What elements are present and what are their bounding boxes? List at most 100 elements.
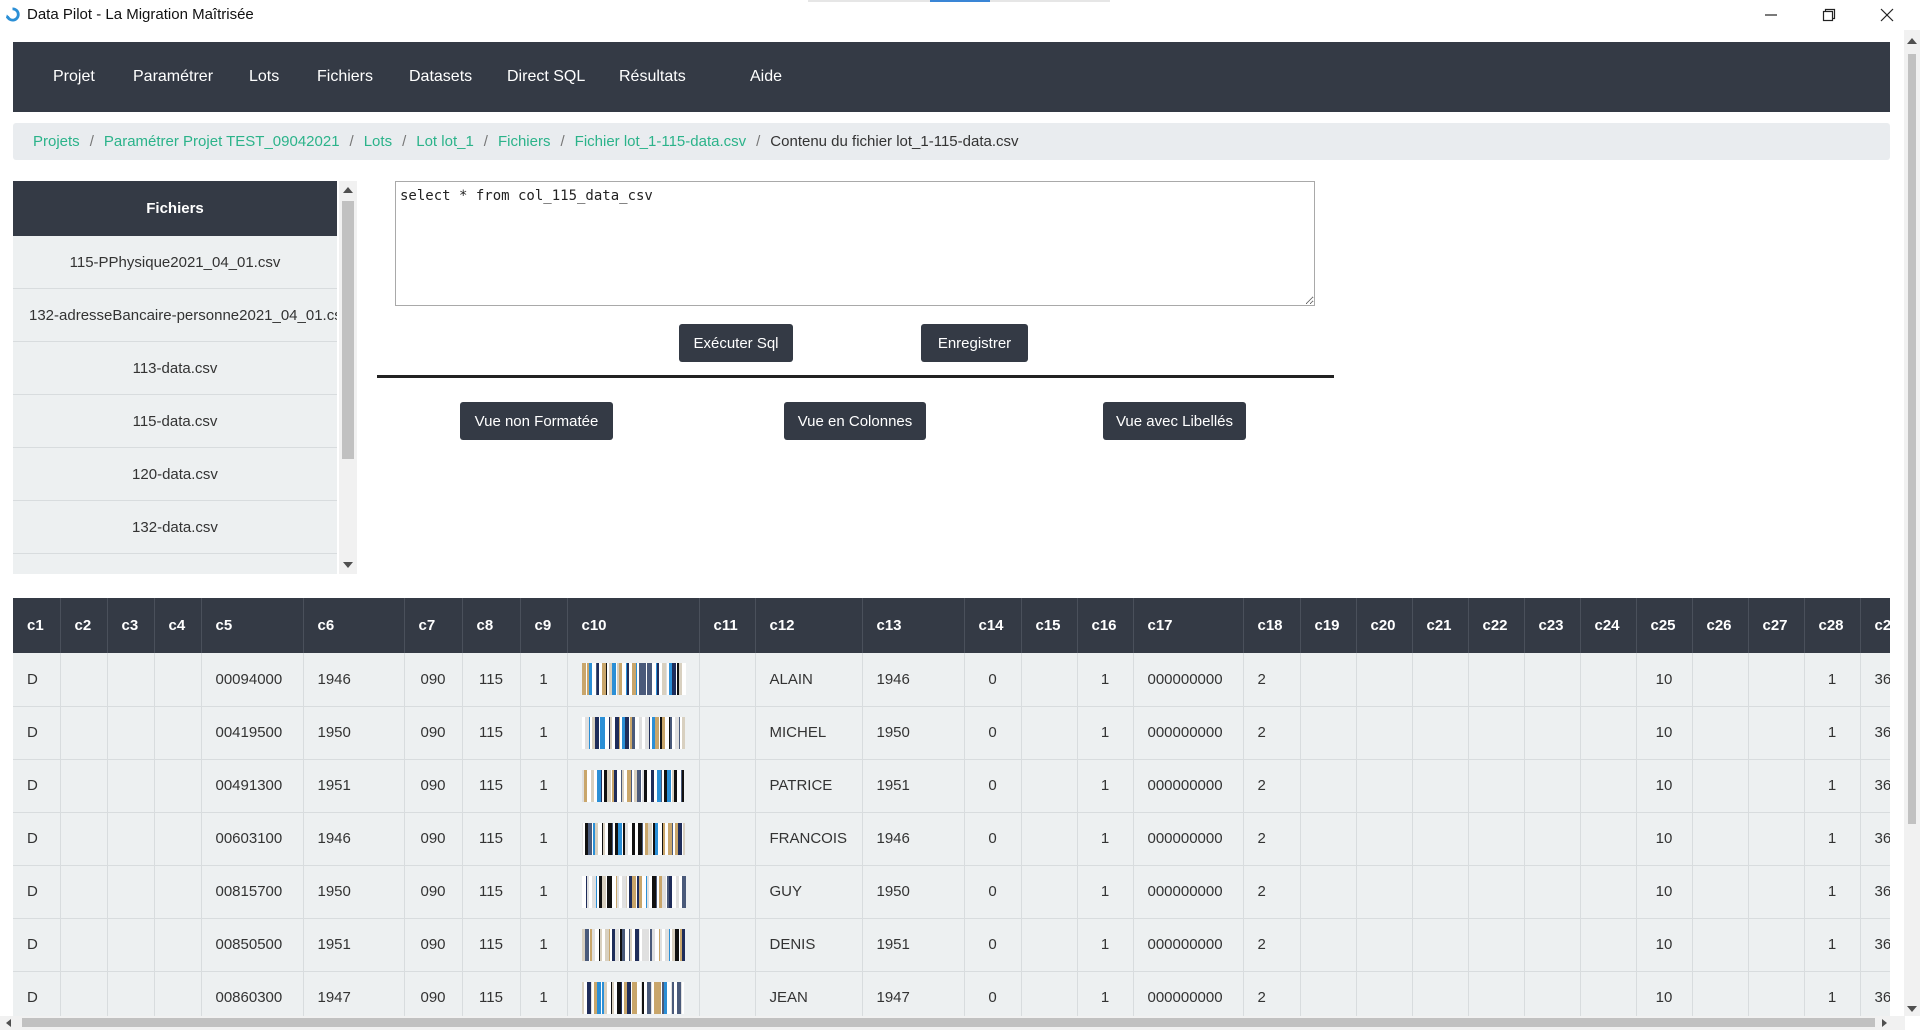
column-header[interactable]: c16 [1077,598,1134,653]
table-cell: 090 [404,971,463,1016]
scroll-down-icon[interactable] [343,562,353,568]
table-cell [1580,759,1637,813]
breadcrumb-link-parametrer-projet[interactable]: Paramétrer Projet TEST_09042021 [104,133,340,150]
column-header[interactable]: c24 [1580,598,1637,653]
column-header[interactable]: c4 [154,598,202,653]
files-scrollbar-thumb[interactable] [342,201,354,459]
table-cell [1356,865,1413,919]
column-header[interactable]: c17 [1133,598,1244,653]
table-cell: 1951 [862,759,965,813]
table-cell: 0 [964,865,1022,919]
scroll-right-icon[interactable] [1882,1019,1887,1027]
nav-item-parametrer[interactable]: Paramétrer [133,42,213,112]
column-header[interactable]: c13 [862,598,965,653]
file-item[interactable]: 132-data.csv [13,501,337,554]
nav-item-datasets[interactable]: Datasets [409,42,472,112]
table-cell: 115 [462,759,521,813]
column-header[interactable]: c14 [964,598,1022,653]
table-horizontal-scrollbar[interactable] [0,1016,1905,1030]
table-cell: 1 [1077,653,1134,707]
table-row[interactable]: D 00850500 1951 090 115 1 DENIS 1951 0 1 000000000… [13,918,1890,972]
page-scrollbar-thumb[interactable] [1908,54,1916,824]
file-item[interactable]: 115-data.csv [13,395,337,448]
page-vertical-scrollbar[interactable] [1904,30,1920,1016]
column-header[interactable]: c20 [1356,598,1413,653]
table-row[interactable]: D 00603100 1946 090 115 1 FRANCOIS 1946 0 1 000000… [13,812,1890,866]
column-header[interactable]: c8 [462,598,521,653]
scroll-left-icon[interactable] [6,1019,11,1027]
table-row[interactable]: D 00860300 1947 090 115 1 JEAN 1947 0 1 000000000 2… [13,971,1890,1016]
column-header[interactable]: c28 [1804,598,1861,653]
breadcrumb-link-lot[interactable]: Lot lot_1 [416,133,474,150]
table-cell [1580,865,1637,919]
column-header[interactable]: c18 [1243,598,1301,653]
column-header[interactable]: c1 [13,598,61,653]
column-header[interactable]: c12 [755,598,863,653]
window-titlebar: Data Pilot - La Migration Maîtrisée [0,0,1920,30]
breadcrumb-link-fichier[interactable]: Fichier lot_1-115-data.csv [575,133,746,150]
breadcrumb-link-lots[interactable]: Lots [364,133,392,150]
column-header[interactable]: c26 [1692,598,1749,653]
data-table-container: c1 c2 c3 c4 c5 c6 c7 c8 c9 c10 c11 c12 c13 c14 c15 c16 c… [13,598,1890,1016]
table-cell [1692,812,1749,866]
table-row[interactable]: D 00815700 1950 090 115 1 GUY 1950 0 1 000000000 2 1… [13,865,1890,919]
column-header[interactable]: c15 [1021,598,1078,653]
column-header[interactable]: c25 [1636,598,1693,653]
table-row[interactable]: D 00094000 1946 090 115 1 ALAIN 1946 0 1 000000000… [13,653,1890,707]
column-header[interactable]: c9 [520,598,568,653]
column-header[interactable]: c2 [60,598,108,653]
table-cell: ALAIN [755,653,863,707]
column-header[interactable]: c21 [1412,598,1469,653]
file-item[interactable]: 115-PPhysique2021_04_01.csv [13,236,337,289]
files-scrollbar[interactable] [339,181,357,574]
file-item[interactable]: 113-data.csv [13,342,337,395]
table-row[interactable]: D 00419500 1950 090 115 1 MICHEL 1950 0 1 00000000… [13,706,1890,760]
nav-item-fichiers[interactable]: Fichiers [317,42,373,112]
minimize-button[interactable] [1742,0,1800,30]
table-cell [154,918,202,972]
table-cell: 1 [520,865,568,919]
column-header[interactable]: c29 [1860,598,1890,653]
columns-view-button[interactable]: Vue en Colonnes [784,402,926,440]
execute-sql-button[interactable]: Exécuter Sql [679,324,793,362]
table-cell: 1946 [303,812,405,866]
column-header[interactable]: c22 [1468,598,1525,653]
table-cell [1356,918,1413,972]
file-item[interactable]: 132-adresseBancaire-personne2021_04_01.c… [13,289,337,342]
column-header[interactable]: c11 [699,598,756,653]
table-cell [1412,865,1469,919]
table-cell: 00491300 [201,759,304,813]
window-title: Data Pilot - La Migration Maîtrisée [27,6,254,23]
labels-view-button[interactable]: Vue avec Libellés [1103,402,1246,440]
breadcrumb-link-projets[interactable]: Projets [33,133,80,150]
nav-item-resultats[interactable]: Résultats [619,42,686,112]
table-cell [1021,918,1078,972]
column-header[interactable]: c7 [404,598,463,653]
scroll-down-icon[interactable] [1907,1006,1917,1012]
close-button[interactable] [1858,0,1916,30]
nav-item-projet[interactable]: Projet [53,42,95,112]
scroll-up-icon[interactable] [343,187,353,193]
table-row[interactable]: D 00491300 1951 090 115 1 PATRICE 1951 0 1 0000000… [13,759,1890,813]
table-cell: 00815700 [201,865,304,919]
table-scrollbar-thumb[interactable] [22,1018,1875,1027]
save-button[interactable]: Enregistrer [921,324,1028,362]
restore-button[interactable] [1800,0,1858,30]
raw-view-button[interactable]: Vue non Formatée [460,402,613,440]
column-header[interactable]: c6 [303,598,405,653]
breadcrumb-link-fichiers[interactable]: Fichiers [498,133,551,150]
column-header[interactable]: c3 [107,598,155,653]
column-header[interactable]: c27 [1748,598,1805,653]
scroll-up-icon[interactable] [1907,38,1917,44]
nav-item-aide[interactable]: Aide [750,42,782,112]
nav-item-lots[interactable]: Lots [249,42,279,112]
column-header[interactable]: c19 [1300,598,1357,653]
column-header[interactable]: c5 [201,598,304,653]
breadcrumb-separator: / [402,133,407,150]
column-header[interactable]: c10 [567,598,700,653]
nav-item-direct-sql[interactable]: Direct SQL [507,42,585,112]
table-cell [567,653,700,707]
file-item[interactable]: 120-data.csv [13,448,337,501]
column-header[interactable]: c23 [1524,598,1581,653]
sql-query-input[interactable]: select * from col_115_data_csv [395,181,1315,306]
